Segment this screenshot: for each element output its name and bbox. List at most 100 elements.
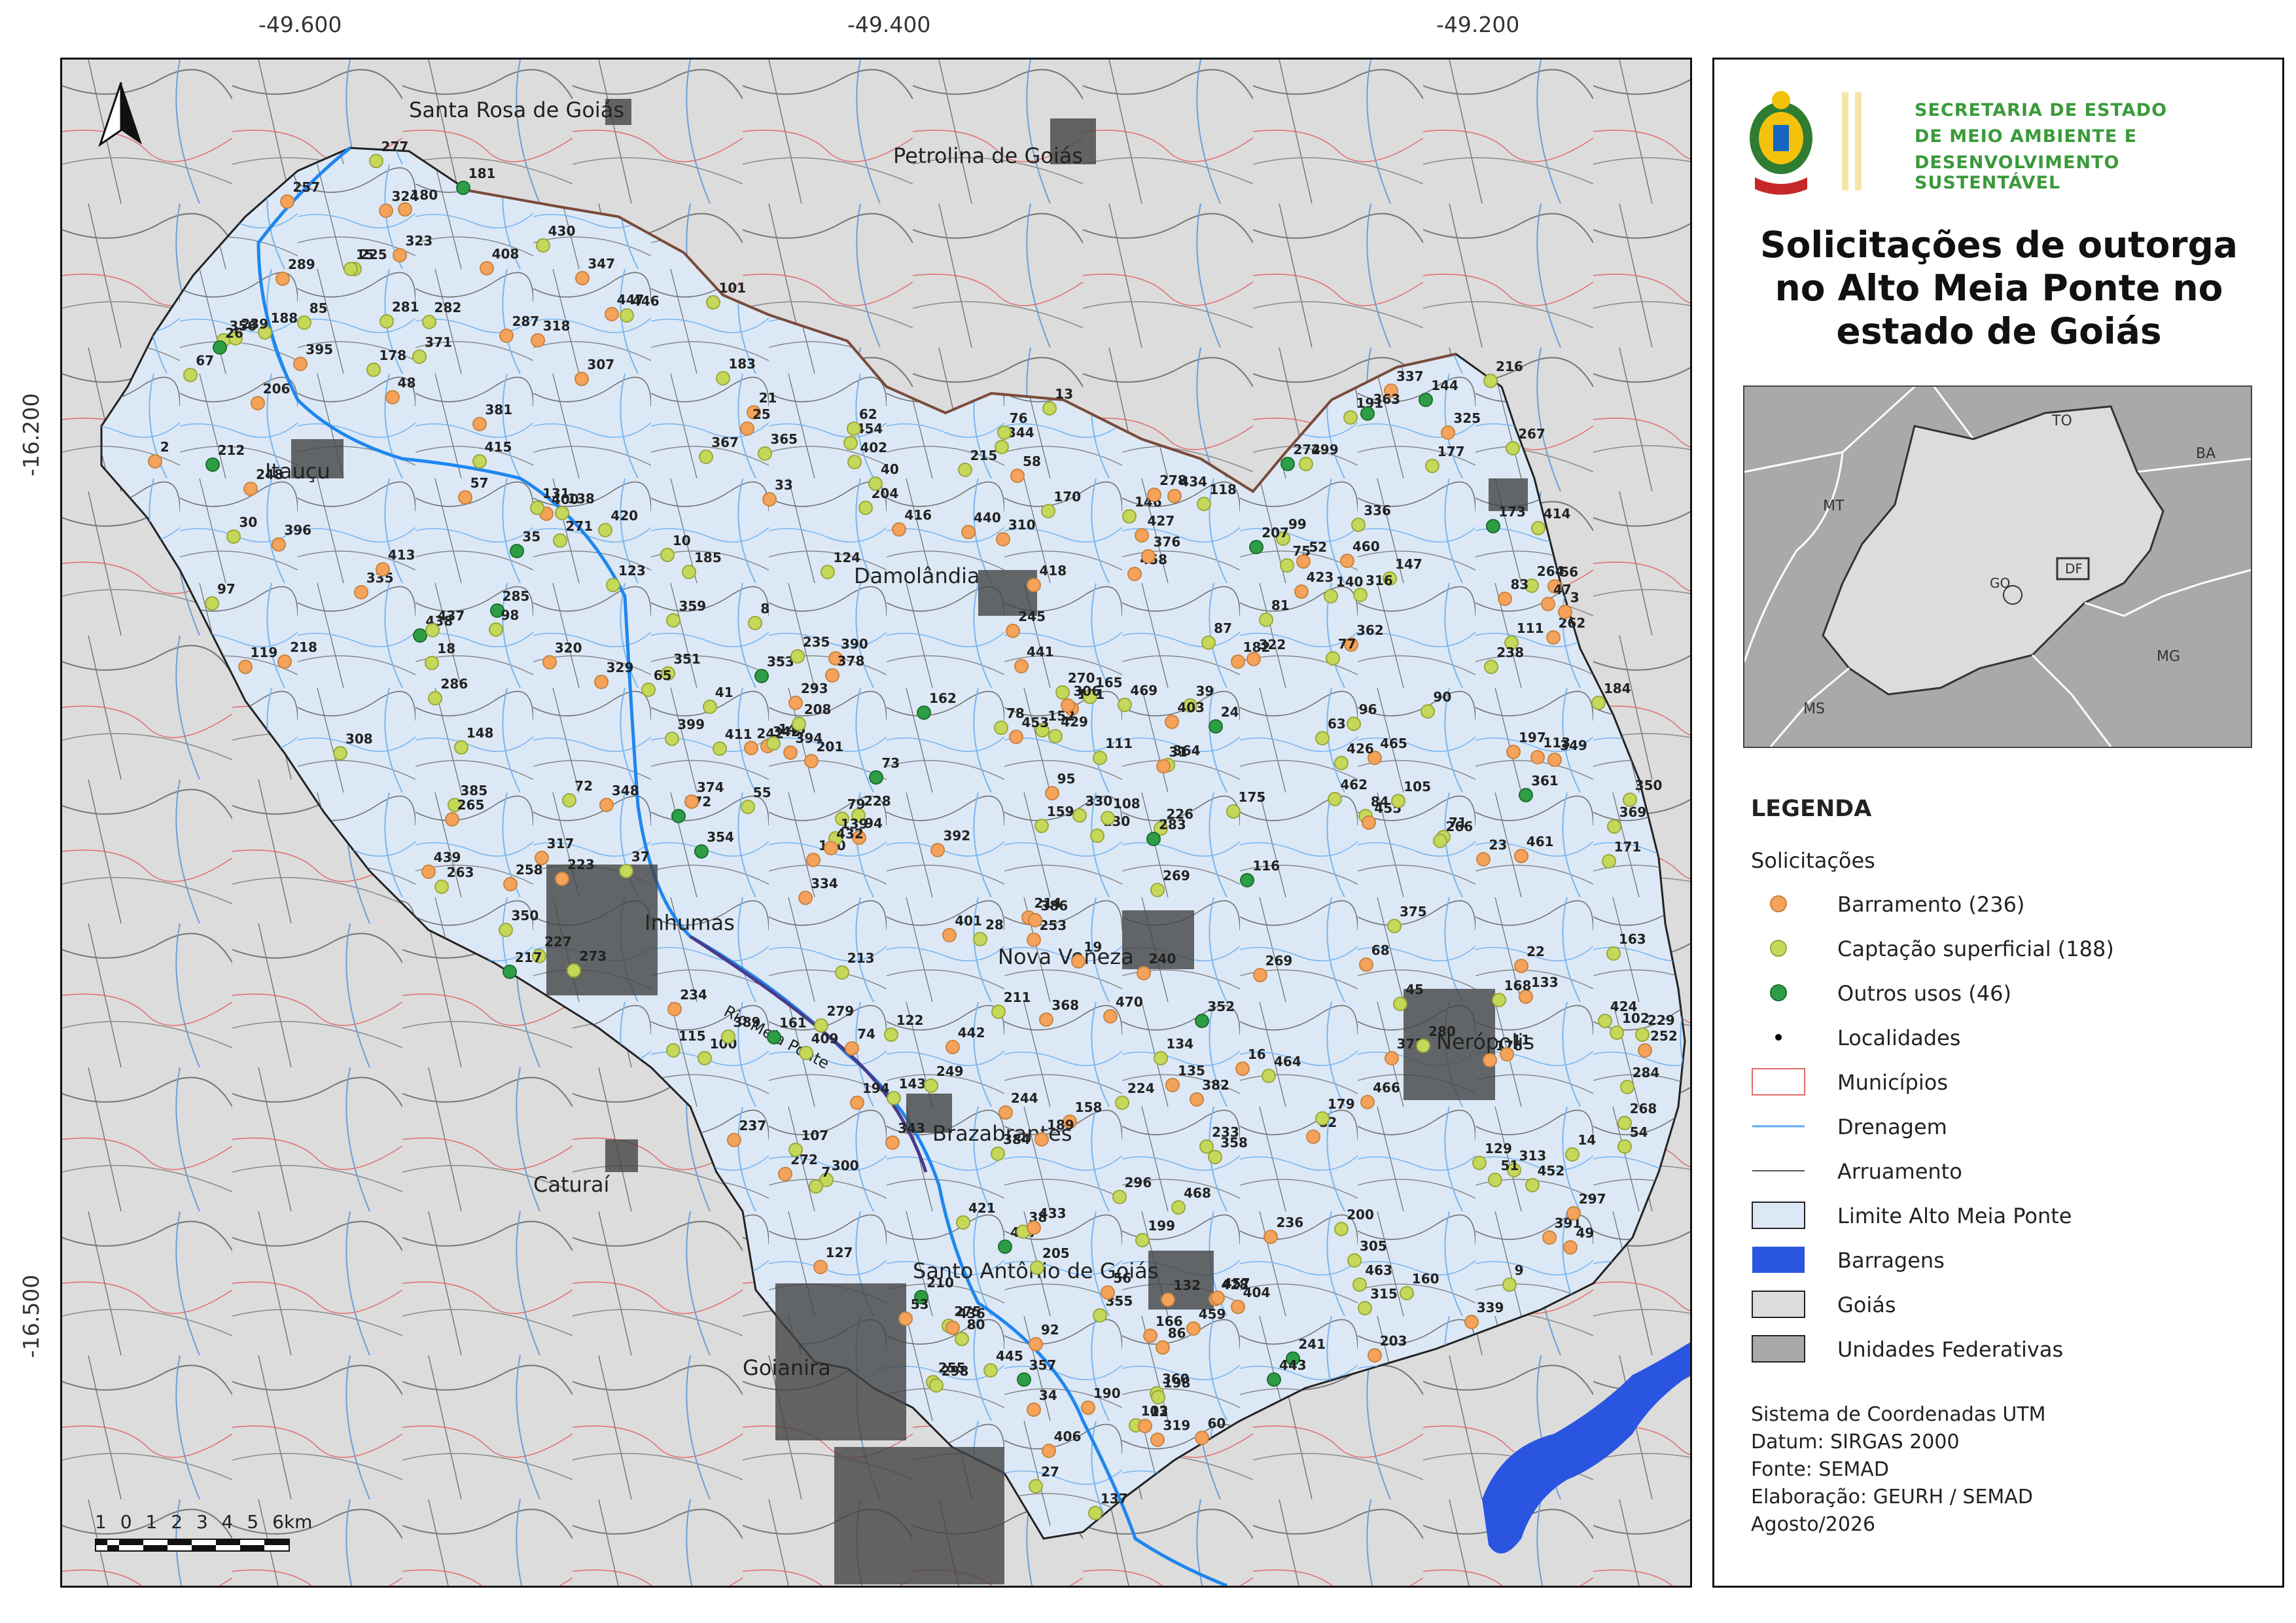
captacao-point[interactable] bbox=[1028, 1479, 1043, 1494]
barramento-point[interactable] bbox=[593, 674, 609, 689]
barramento-point[interactable] bbox=[1155, 1340, 1170, 1355]
captacao-point[interactable] bbox=[1351, 518, 1366, 532]
barramento-point[interactable] bbox=[353, 584, 368, 599]
captacao-point[interactable] bbox=[1416, 1038, 1431, 1053]
barramento-point[interactable] bbox=[385, 389, 400, 404]
captacao-point[interactable] bbox=[955, 1215, 970, 1230]
outros-usos-point[interactable] bbox=[1280, 456, 1296, 471]
barramento-point[interactable] bbox=[1028, 1336, 1043, 1351]
barramento-point[interactable] bbox=[1080, 1400, 1095, 1415]
captacao-point[interactable] bbox=[1530, 521, 1545, 536]
captacao-point[interactable] bbox=[421, 315, 436, 330]
captacao-point[interactable] bbox=[1150, 1390, 1165, 1405]
barramento-point[interactable] bbox=[1142, 1328, 1157, 1343]
barramento-point[interactable] bbox=[1161, 1293, 1176, 1308]
captacao-point[interactable] bbox=[296, 315, 311, 330]
barramento-point[interactable] bbox=[1186, 1321, 1201, 1336]
captacao-point[interactable] bbox=[499, 922, 514, 937]
captacao-point[interactable] bbox=[204, 596, 219, 611]
outros-usos-point[interactable] bbox=[1419, 393, 1434, 408]
barramento-point[interactable] bbox=[1014, 659, 1029, 674]
barramento-point[interactable] bbox=[1513, 959, 1528, 974]
captacao-point[interactable] bbox=[1226, 804, 1241, 819]
captacao-point[interactable] bbox=[1347, 1253, 1362, 1268]
captacao-point[interactable] bbox=[379, 313, 394, 329]
captacao-point[interactable] bbox=[846, 421, 861, 436]
barramento-point[interactable] bbox=[238, 660, 253, 675]
barramento-point[interactable] bbox=[280, 194, 295, 209]
barramento-point[interactable] bbox=[379, 203, 394, 218]
barramento-point[interactable] bbox=[845, 1041, 860, 1056]
captacao-point[interactable] bbox=[1619, 1079, 1634, 1094]
outros-usos-point[interactable] bbox=[213, 340, 228, 355]
captacao-point[interactable] bbox=[1343, 410, 1358, 425]
outros-usos-point[interactable] bbox=[1016, 1372, 1031, 1387]
barramento-point[interactable] bbox=[1384, 1051, 1399, 1066]
barramento-point[interactable] bbox=[1027, 578, 1042, 593]
captacao-point[interactable] bbox=[488, 622, 503, 637]
barramento-point[interactable] bbox=[684, 794, 699, 810]
captacao-point[interactable] bbox=[740, 800, 755, 815]
captacao-point[interactable] bbox=[809, 1179, 824, 1194]
captacao-point[interactable] bbox=[1090, 828, 1105, 843]
barramento-point[interactable] bbox=[1140, 548, 1156, 563]
captacao-point[interactable] bbox=[619, 308, 634, 323]
captacao-point[interactable] bbox=[665, 1043, 680, 1058]
captacao-point[interactable] bbox=[1352, 1277, 1368, 1293]
captacao-point[interactable] bbox=[567, 963, 582, 978]
captacao-point[interactable] bbox=[366, 362, 381, 377]
barramento-point[interactable] bbox=[788, 696, 803, 711]
barramento-point[interactable] bbox=[995, 532, 1010, 547]
captacao-point[interactable] bbox=[883, 1027, 898, 1042]
barramento-point[interactable] bbox=[542, 654, 557, 669]
barramento-point[interactable] bbox=[1147, 487, 1161, 502]
barramento-point[interactable] bbox=[739, 421, 754, 436]
captacao-point[interactable] bbox=[1087, 1505, 1103, 1520]
captacao-point[interactable] bbox=[1634, 1027, 1650, 1043]
outros-usos-point[interactable] bbox=[510, 544, 525, 559]
barramento-point[interactable] bbox=[472, 417, 487, 432]
barramento-point[interactable] bbox=[575, 270, 590, 285]
captacao-point[interactable] bbox=[720, 1029, 735, 1044]
barramento-point[interactable] bbox=[1252, 968, 1267, 983]
barramento-point[interactable] bbox=[1263, 1230, 1279, 1245]
outros-usos-point[interactable] bbox=[502, 964, 517, 979]
outros-usos-point[interactable] bbox=[1360, 406, 1375, 421]
captacao-point[interactable] bbox=[425, 656, 440, 671]
barramento-point[interactable] bbox=[1306, 1130, 1321, 1145]
barramento-point[interactable] bbox=[1362, 815, 1377, 830]
barramento-point[interactable] bbox=[1026, 1221, 1041, 1236]
captacao-point[interactable] bbox=[1346, 717, 1361, 732]
outros-usos-point[interactable] bbox=[205, 457, 220, 472]
captacao-point[interactable] bbox=[1093, 750, 1108, 765]
barramento-point[interactable] bbox=[1009, 729, 1024, 744]
captacao-point[interactable] bbox=[847, 455, 862, 470]
captacao-point[interactable] bbox=[1491, 992, 1506, 1007]
barramento-point[interactable] bbox=[1339, 553, 1354, 568]
captacao-point[interactable] bbox=[923, 1079, 938, 1094]
captacao-point[interactable] bbox=[343, 262, 358, 277]
captacao-point[interactable] bbox=[226, 529, 241, 544]
captacao-point[interactable] bbox=[758, 446, 773, 461]
captacao-point[interactable] bbox=[954, 1331, 969, 1346]
captacao-point[interactable] bbox=[716, 370, 731, 385]
barramento-point[interactable] bbox=[1499, 1046, 1514, 1061]
captacao-point[interactable] bbox=[535, 238, 550, 253]
captacao-point[interactable] bbox=[1280, 558, 1295, 573]
captacao-point[interactable] bbox=[1114, 1095, 1129, 1110]
captacao-point[interactable] bbox=[712, 741, 727, 756]
barramento-point[interactable] bbox=[778, 1166, 793, 1181]
barramento-point[interactable] bbox=[574, 372, 590, 387]
captacao-point[interactable] bbox=[1591, 696, 1606, 711]
barramento-point[interactable] bbox=[1027, 933, 1042, 948]
captacao-point[interactable] bbox=[928, 1378, 944, 1393]
barramento-point[interactable] bbox=[457, 490, 472, 505]
captacao-point[interactable] bbox=[1525, 1177, 1540, 1192]
captacao-point[interactable] bbox=[748, 615, 763, 630]
outros-usos-point[interactable] bbox=[766, 1029, 781, 1044]
captacao-point[interactable] bbox=[1029, 1260, 1044, 1275]
barramento-point[interactable] bbox=[942, 927, 957, 942]
captacao-point[interactable] bbox=[618, 864, 633, 879]
barramento-point[interactable] bbox=[1026, 1402, 1041, 1417]
captacao-point[interactable] bbox=[699, 450, 714, 465]
